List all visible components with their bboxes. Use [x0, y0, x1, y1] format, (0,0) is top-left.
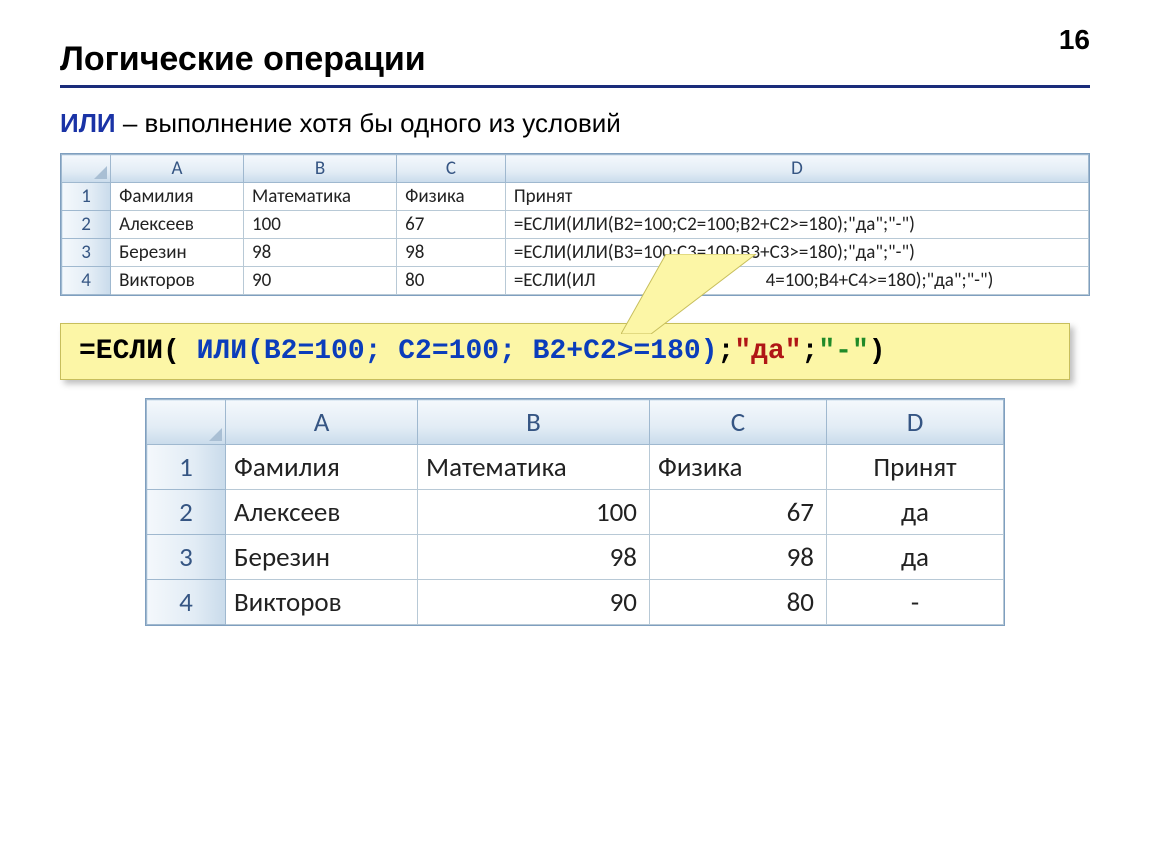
keyword-ili: ИЛИ [60, 108, 116, 138]
cell[interactable]: Березин [226, 535, 418, 580]
formula-mid: ; [718, 336, 735, 367]
row-header[interactable]: 1 [147, 445, 226, 490]
title-underline [60, 85, 1090, 88]
cell[interactable]: Физика [397, 183, 506, 211]
cell-with-callout-occlusion[interactable]: =ЕСЛИ(ИЛ 4=100;B4+C4>=180);"да";"-") [505, 267, 1088, 295]
row-header[interactable]: 2 [147, 490, 226, 535]
cell[interactable]: 98 [418, 535, 650, 580]
excel-result-table-wrap: A B C D 1 Фамилия Математика Физика Прин… [145, 398, 1005, 626]
row-header[interactable]: 3 [147, 535, 226, 580]
cell[interactable]: Принят [505, 183, 1088, 211]
cell[interactable]: 100 [243, 211, 396, 239]
cell[interactable]: 100 [418, 490, 650, 535]
excel-formula-table-wrap: A B C D 1 Фамилия Математика Физика Прин… [60, 153, 1090, 296]
cell[interactable]: Фамилия [226, 445, 418, 490]
cell[interactable]: =ЕСЛИ(ИЛИ(B2=100;C2=100;B2+C2>=180);"да"… [505, 211, 1088, 239]
table-row: 2 Алексеев 100 67 да [147, 490, 1004, 535]
cell[interactable]: 80 [650, 580, 827, 625]
cell[interactable]: - [827, 580, 1004, 625]
row-header[interactable]: 2 [62, 211, 111, 239]
excel-formula-table: A B C D 1 Фамилия Математика Физика Прин… [61, 154, 1089, 295]
col-header-a[interactable]: A [226, 400, 418, 445]
col-header-c[interactable]: C [650, 400, 827, 445]
page-number: 16 [1059, 24, 1090, 56]
slide-title: Логические операции [60, 40, 1090, 79]
cell-prefix: =ЕСЛИ(ИЛ [514, 269, 596, 292]
cell-suffix: 4=100;B4+C4>=180);"да";"-") [766, 269, 994, 292]
cell[interactable]: 98 [243, 239, 396, 267]
table-row: 4 Викторов 90 80 - [147, 580, 1004, 625]
column-header-row: A B C D [147, 400, 1004, 445]
table-row: 1 Фамилия Математика Физика Принят [62, 183, 1089, 211]
table-row: 2 Алексеев 100 67 =ЕСЛИ(ИЛИ(B2=100;C2=10… [62, 211, 1089, 239]
col-header-a[interactable]: A [111, 155, 244, 183]
cell[interactable]: Викторов [111, 267, 244, 295]
formula-or: ИЛИ(B2=100; C2=100; B2+C2>=180) [197, 336, 718, 367]
cell[interactable]: Физика [650, 445, 827, 490]
col-header-b[interactable]: B [418, 400, 650, 445]
cell[interactable]: 90 [243, 267, 396, 295]
row-header[interactable]: 4 [147, 580, 226, 625]
formula-yes: "да" [734, 336, 801, 367]
subtitle-rest: – выполнение хотя бы одного из условий [116, 108, 621, 138]
cell[interactable]: Алексеев [111, 211, 244, 239]
col-header-d[interactable]: D [827, 400, 1004, 445]
excel-result-table: A B C D 1 Фамилия Математика Физика Прин… [146, 399, 1004, 625]
table-row: 1 Фамилия Математика Физика Принят [147, 445, 1004, 490]
cell[interactable]: Принят [827, 445, 1004, 490]
cell[interactable]: Алексеев [226, 490, 418, 535]
column-header-row: A B C D [62, 155, 1089, 183]
cell[interactable]: 98 [650, 535, 827, 580]
formula-callout: =ЕСЛИ( ИЛИ(B2=100; C2=100; B2+C2>=180);"… [60, 323, 1070, 380]
table-row: 3 Березин 98 98 =ЕСЛИ(ИЛИ(B3=100;C3=100;… [62, 239, 1089, 267]
cell[interactable]: Фамилия [111, 183, 244, 211]
cell[interactable]: 80 [397, 267, 506, 295]
row-header[interactable]: 3 [62, 239, 111, 267]
cell[interactable]: Березин [111, 239, 244, 267]
col-header-b[interactable]: B [243, 155, 396, 183]
cell[interactable]: Викторов [226, 580, 418, 625]
subtitle: ИЛИ – выполнение хотя бы одного из услов… [60, 108, 1090, 139]
row-header[interactable]: 4 [62, 267, 111, 295]
col-header-c[interactable]: C [397, 155, 506, 183]
col-header-d[interactable]: D [505, 155, 1088, 183]
formula-sep: ; [802, 336, 819, 367]
cell[interactable]: да [827, 490, 1004, 535]
cell[interactable]: да [827, 535, 1004, 580]
cell[interactable]: Математика [418, 445, 650, 490]
cell[interactable]: 98 [397, 239, 506, 267]
formula-no: "-" [818, 336, 868, 367]
select-all-corner[interactable] [147, 400, 226, 445]
table-row: 3 Березин 98 98 да [147, 535, 1004, 580]
formula-prefix: =ЕСЛИ( [79, 336, 197, 367]
row-header[interactable]: 1 [62, 183, 111, 211]
select-all-corner[interactable] [62, 155, 111, 183]
cell[interactable]: =ЕСЛИ(ИЛИ(B3=100;C3=100;B3+C3>=180);"да"… [505, 239, 1088, 267]
cell[interactable]: 67 [650, 490, 827, 535]
formula-suffix: ) [869, 336, 886, 367]
cell[interactable]: Математика [243, 183, 396, 211]
cell[interactable]: 90 [418, 580, 650, 625]
table-row: 4 Викторов 90 80 =ЕСЛИ(ИЛ 4=100;B4+C4>=18… [62, 267, 1089, 295]
cell[interactable]: 67 [397, 211, 506, 239]
